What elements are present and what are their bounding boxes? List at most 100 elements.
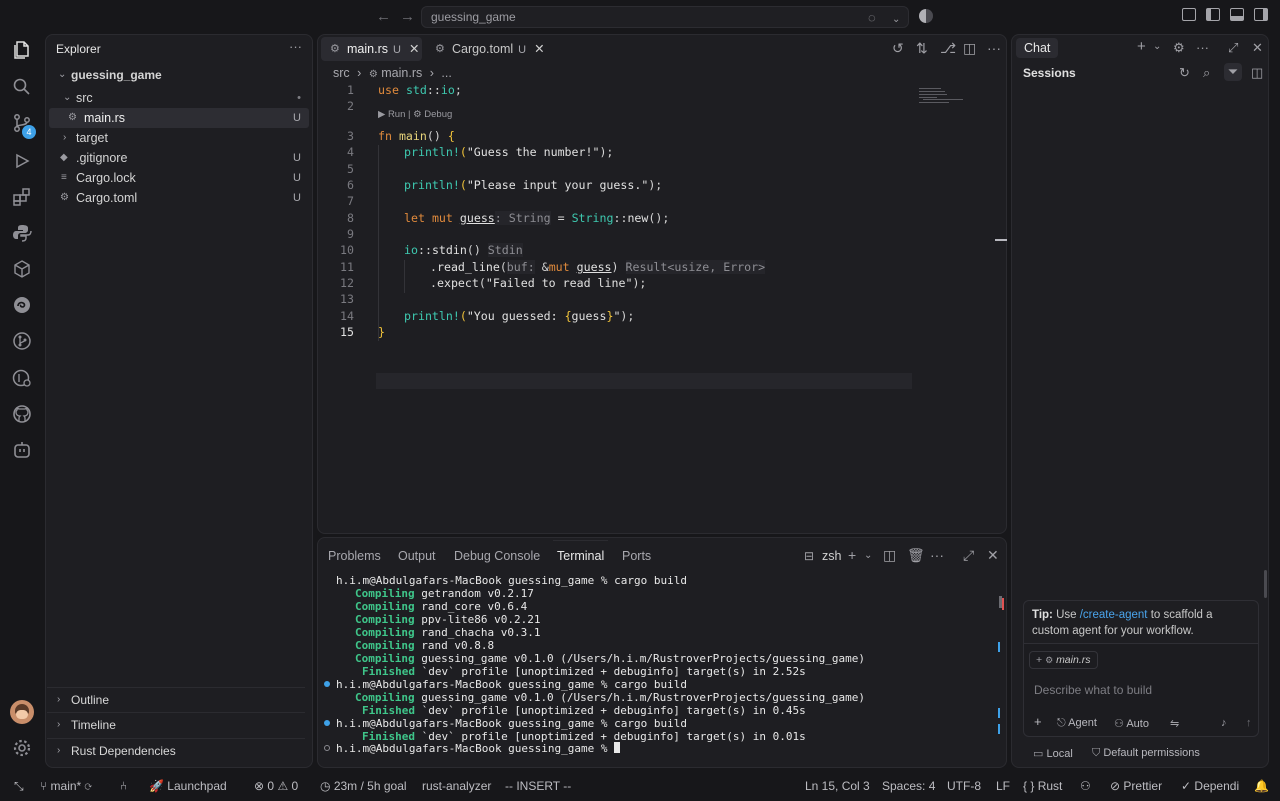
code-editor[interactable]: 1 2 3 4 5 6 7 8 9 10 11 12 13 14 15 use …	[318, 83, 1006, 533]
python-icon[interactable]	[10, 221, 34, 245]
filter-icon[interactable]: ⏷	[1224, 63, 1242, 81]
explorer-icon[interactable]	[10, 38, 34, 62]
chat-title-tab[interactable]: Chat	[1016, 38, 1059, 58]
customize-layout-icon[interactable]	[1182, 8, 1196, 21]
git-graph-icon[interactable]	[10, 329, 34, 353]
tab-terminal[interactable]: Terminal	[552, 540, 609, 563]
more-actions-icon[interactable]: ···	[930, 547, 944, 563]
outline-section[interactable]: › Outline	[47, 687, 305, 711]
cursor-position[interactable]: Ln 15, Col 3	[805, 779, 870, 793]
microphone-icon[interactable]: ♪	[1221, 717, 1227, 729]
breadcrumb-more[interactable]: ...	[441, 66, 451, 80]
copilot-icon[interactable]	[10, 438, 34, 462]
encoding-status[interactable]: UTF-8	[947, 779, 981, 793]
chevron-down-icon[interactable]: ⌄	[864, 550, 872, 561]
tab-ports[interactable]: Ports	[622, 549, 651, 563]
copilot-status-icon[interactable]: ⚇	[1080, 779, 1091, 793]
add-context-icon[interactable]: +	[1036, 654, 1042, 666]
maximize-icon[interactable]: ⤢	[1228, 40, 1238, 56]
timeline-history-icon[interactable]: ↺	[892, 40, 904, 57]
more-actions-icon[interactable]: ···	[1196, 40, 1209, 55]
timeline-section[interactable]: › Timeline	[47, 712, 305, 736]
maximize-panel-icon[interactable]: ⤢	[963, 547, 974, 564]
dependi-status[interactable]: ✓ Dependi	[1181, 779, 1239, 793]
permissions-picker[interactable]: ⛉ Default permissions	[1092, 747, 1200, 760]
branch-status[interactable]: ⑂ main* ⟳	[40, 779, 92, 793]
avatar[interactable]	[10, 700, 34, 724]
settings-gear-icon[interactable]: ⚙	[1173, 40, 1185, 56]
breadcrumb-file[interactable]: main.rs	[381, 66, 422, 80]
toggle-secondary-sidebar-icon[interactable]	[1254, 8, 1268, 21]
pull-requests-icon[interactable]	[10, 366, 34, 390]
close-icon[interactable]: ✕	[409, 42, 419, 56]
new-chat-icon[interactable]: +	[1137, 38, 1146, 55]
attach-plus-icon[interactable]: +	[1034, 714, 1042, 729]
breadcrumb-folder[interactable]: src	[333, 66, 350, 80]
toggle-panel-icon[interactable]	[1230, 8, 1244, 21]
tree-item-target[interactable]: › target	[49, 128, 309, 148]
edge-devtools-icon[interactable]	[10, 293, 34, 317]
refresh-icon[interactable]: ↻	[1179, 65, 1190, 81]
split-editor-icon[interactable]: ◫	[963, 40, 976, 57]
sessions-scrollbar[interactable]	[1264, 570, 1267, 598]
tab-debug-console[interactable]: Debug Console	[454, 549, 540, 563]
problems-status[interactable]: ⊗ 0 ⚠ 0	[254, 779, 298, 793]
tree-item-src[interactable]: ⌄ src •	[49, 88, 309, 108]
minimap[interactable]	[915, 81, 975, 111]
prettier-status[interactable]: ⊘ Prettier	[1110, 779, 1162, 793]
compare-changes-icon[interactable]: ⇅	[916, 40, 928, 57]
extensions-icon[interactable]	[10, 185, 34, 209]
kill-terminal-trash-icon[interactable]: 🗑	[907, 547, 925, 564]
rust-dependencies-section[interactable]: › Rust Dependencies	[47, 738, 305, 762]
eol-status[interactable]: LF	[996, 779, 1010, 793]
indentation-status[interactable]: Spaces: 4	[882, 779, 935, 793]
new-terminal-icon[interactable]: +	[848, 547, 856, 563]
containers-icon[interactable]	[10, 257, 34, 281]
split-terminal-icon[interactable]: ◫	[883, 547, 896, 564]
tree-item-main-rs[interactable]: ⚙ main.rs U	[49, 108, 309, 128]
forward-arrow-icon[interactable]: →	[400, 8, 415, 25]
tab-main-rs[interactable]: ⚙ main.rs U ✕	[321, 37, 422, 61]
tree-item-gitignore[interactable]: ◆ .gitignore U	[49, 148, 309, 168]
language-status[interactable]: { } Rust	[1023, 779, 1062, 793]
tools-settings-icon[interactable]: ⇋	[1170, 717, 1179, 730]
chevron-down-icon[interactable]: ⌄	[1153, 41, 1161, 52]
tree-item-cargo-lock[interactable]: ≡ Cargo.lock U	[49, 168, 309, 188]
code-lens-run-debug[interactable]: ▶ Run | ⚙ Debug	[378, 109, 452, 120]
rust-analyzer-status[interactable]: rust-analyzer	[422, 779, 491, 793]
close-panel-icon[interactable]: ✕	[987, 547, 999, 564]
tab-output[interactable]: Output	[398, 549, 436, 563]
toggle-sidebar-icon[interactable]: ◫	[1251, 65, 1263, 81]
tab-problems[interactable]: Problems	[328, 549, 381, 563]
remote-indicator-icon[interactable]: ⤡	[14, 779, 24, 794]
github-icon[interactable]	[10, 402, 34, 426]
git-graph-status-icon[interactable]: ⑃	[120, 779, 127, 793]
more-actions-icon[interactable]: ···	[987, 40, 1001, 56]
model-picker[interactable]: ⚇ Auto	[1114, 717, 1149, 730]
command-decoration-success[interactable]	[324, 720, 330, 726]
open-changes-icon[interactable]: ⎇	[940, 40, 956, 57]
toggle-primary-sidebar-icon[interactable]	[1206, 8, 1220, 21]
chevron-down-icon[interactable]: ⌄	[892, 10, 900, 30]
chat-input[interactable]: Describe what to build	[1034, 683, 1152, 697]
command-center-search[interactable]: guessing_game ◌ ⌄	[421, 6, 909, 28]
search-icon[interactable]	[10, 75, 34, 99]
tree-root-folder[interactable]: ⌄ guessing_game	[49, 65, 309, 85]
terminal-shell-label[interactable]: zsh	[822, 549, 841, 563]
copilot-chat-icon[interactable]: ◌	[868, 8, 876, 28]
context-chip[interactable]: + ⚙ main.rs	[1029, 651, 1098, 669]
command-decoration-pending[interactable]	[324, 745, 330, 751]
tree-item-cargo-toml[interactable]: ⚙ Cargo.toml U	[49, 188, 309, 208]
command-decoration-success[interactable]	[324, 681, 330, 687]
close-icon[interactable]: ✕	[534, 42, 544, 56]
accounts-theme-icon[interactable]	[919, 9, 933, 23]
send-arrow-icon[interactable]: ↑	[1246, 717, 1252, 729]
time-tracker-status[interactable]: ◷ 23m / 5h goal	[320, 779, 407, 793]
search-icon[interactable]: ⌕	[1203, 65, 1210, 81]
create-agent-link[interactable]: /create-agent	[1080, 609, 1148, 621]
manage-gear-icon[interactable]	[10, 736, 34, 760]
close-icon[interactable]: ✕	[1252, 40, 1263, 56]
launchpad-status[interactable]: 🚀 Launchpad	[149, 779, 227, 793]
agent-mode-picker[interactable]: ⎋ Agent	[1057, 717, 1097, 730]
notifications-bell-icon[interactable]: 🔔	[1254, 779, 1269, 793]
